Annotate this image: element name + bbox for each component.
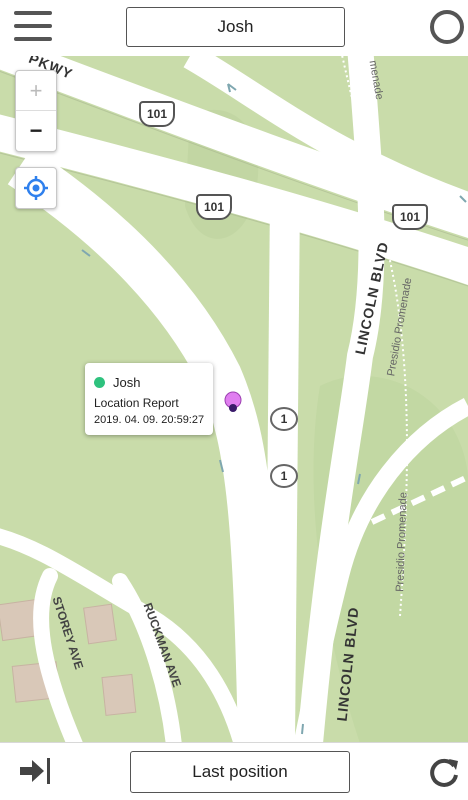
zoom-out-button[interactable]: − <box>16 111 56 150</box>
map-view[interactable]: PKWY LINCOLN BLVD LINCOLN BLVD Presidio … <box>0 56 468 743</box>
us101-shield-2: 101 <box>196 194 232 220</box>
location-marker-icon[interactable] <box>223 391 243 413</box>
arrow-to-bar-icon[interactable] <box>18 756 52 786</box>
locate-button[interactable] <box>15 167 57 209</box>
popup-timestamp: 2019. 04. 09. 20:59:27 <box>94 414 205 426</box>
popup-report-label: Location Report <box>94 396 179 410</box>
hamburger-menu-icon[interactable] <box>14 11 52 41</box>
us101-shield-1: 101 <box>139 101 175 127</box>
device-selector-button[interactable]: Josh <box>126 7 345 47</box>
last-position-button[interactable]: Last position <box>130 751 350 793</box>
sr1-shield-2: 1 <box>270 464 298 488</box>
refresh-icon[interactable] <box>427 755 461 789</box>
popup-name: Josh <box>113 375 141 390</box>
zoom-in-button[interactable]: + <box>16 71 56 111</box>
us101-shield-3: 101 <box>392 204 428 230</box>
zoom-control: + − <box>15 70 57 152</box>
location-popup: Josh Location Report 2019. 04. 09. 20:59… <box>85 363 213 435</box>
status-dot-icon <box>94 377 105 388</box>
crosshair-locate-icon <box>24 176 48 200</box>
popup-name-row: Josh <box>94 375 140 390</box>
top-bar: Josh <box>0 0 468 57</box>
circle-outline-icon[interactable] <box>430 10 464 44</box>
sr1-shield-1: 1 <box>270 407 298 431</box>
